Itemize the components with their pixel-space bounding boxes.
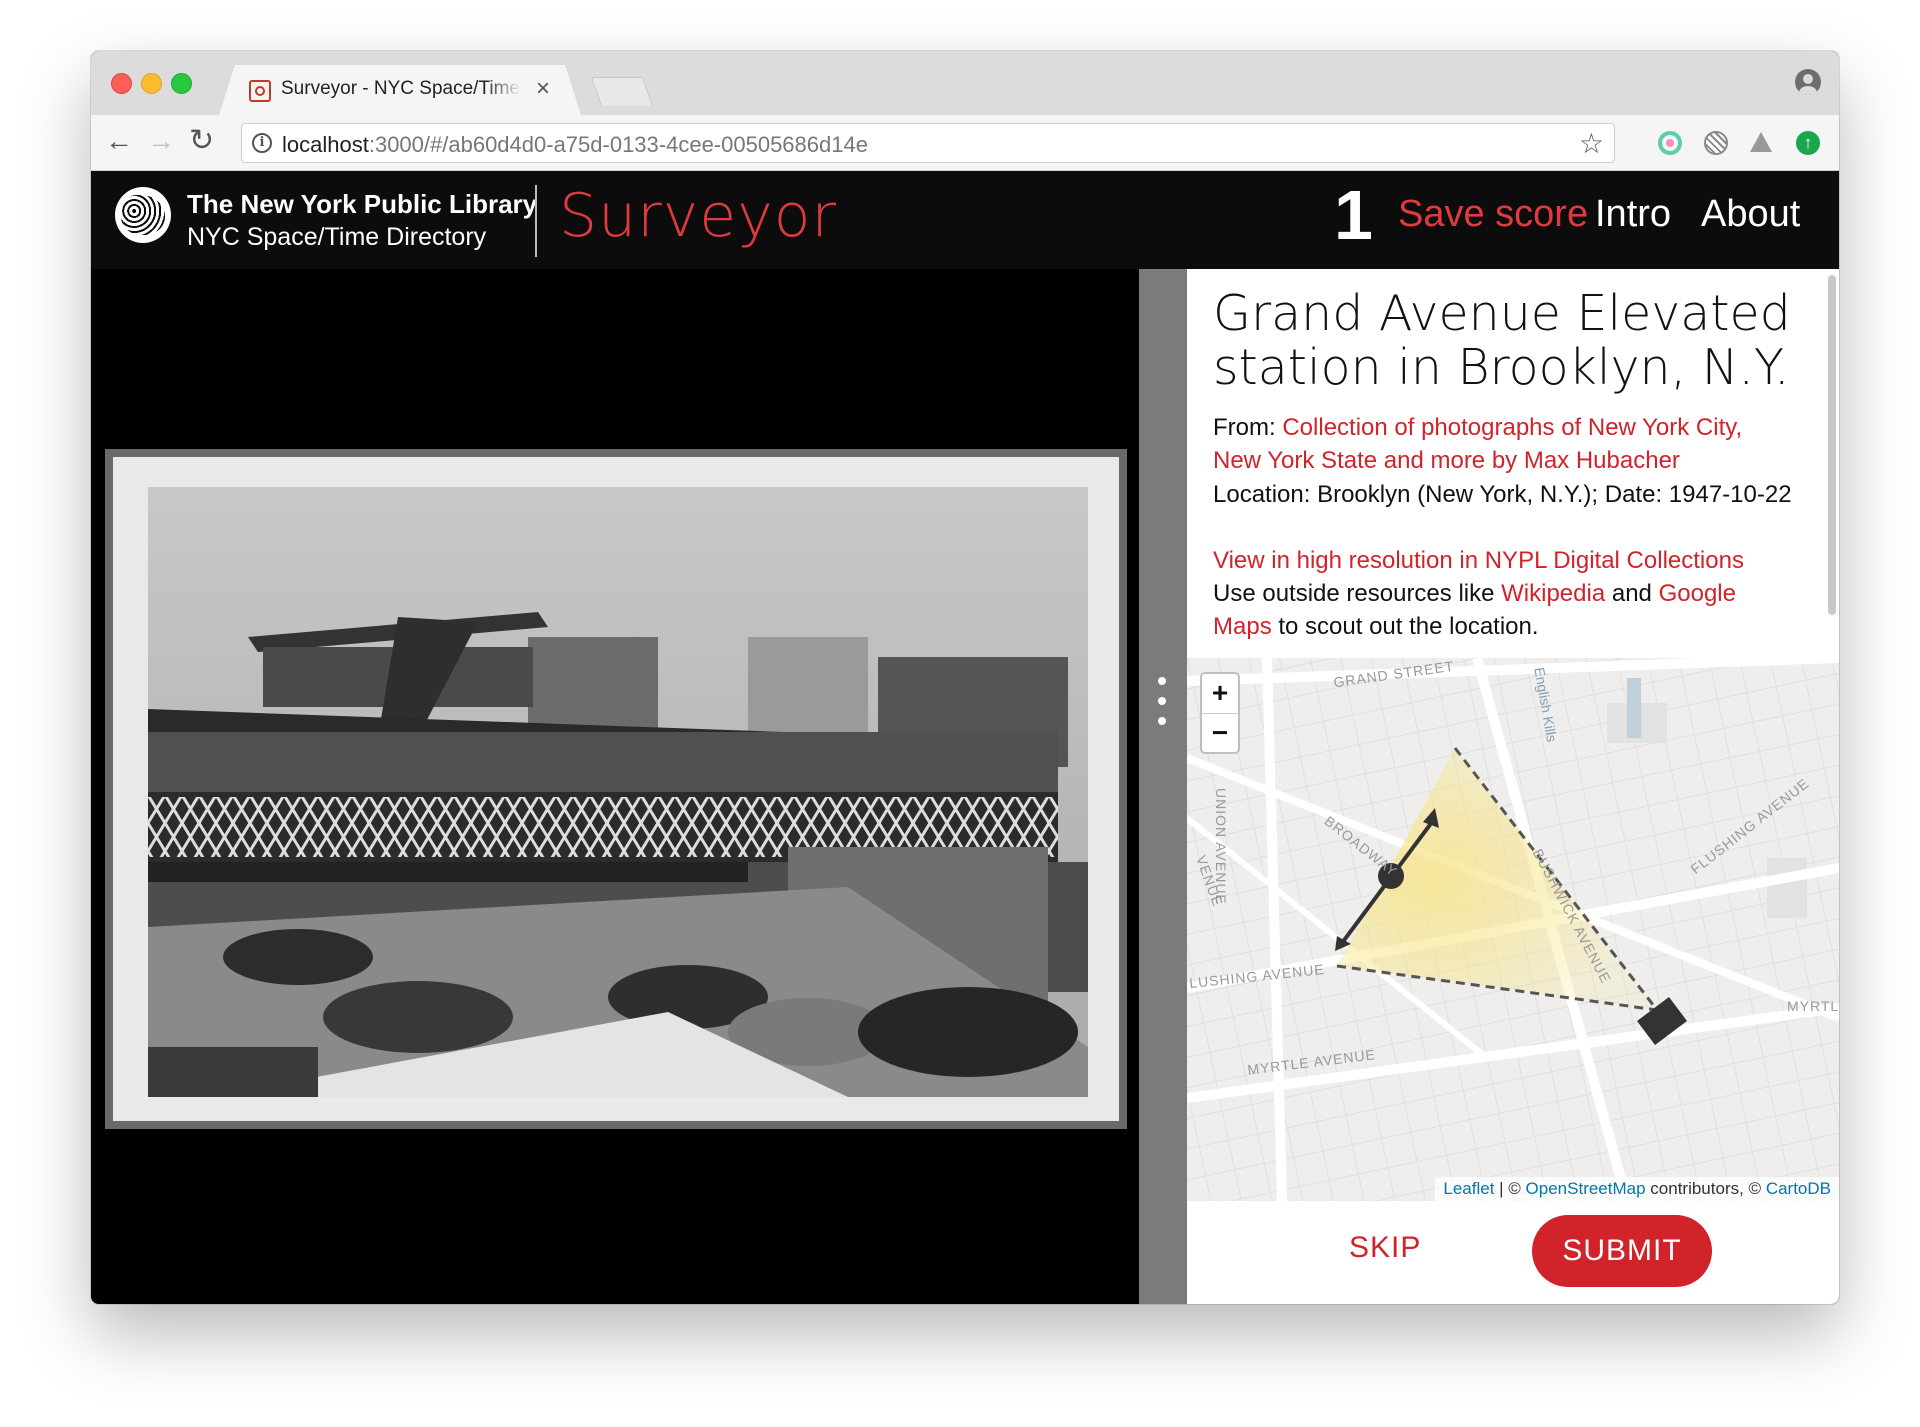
skip-button[interactable]: SKIP	[1349, 1231, 1421, 1265]
tab-bar: Surveyor - NYC Space/Time Directory ×	[91, 51, 1839, 115]
photo-mount	[105, 449, 1127, 1129]
tab-close-icon[interactable]: ×	[536, 75, 550, 103]
app-title[interactable]: Surveyor	[559, 181, 837, 251]
photo-pane	[91, 269, 1139, 1304]
nav-intro-link[interactable]: Intro	[1595, 193, 1671, 236]
map-zoom-control: + −	[1200, 672, 1240, 754]
osm-link[interactable]: OpenStreetMap	[1526, 1179, 1646, 1198]
extension-icon[interactable]	[1704, 131, 1728, 155]
browser-window: Surveyor - NYC Space/Time Directory × ← …	[91, 51, 1839, 1304]
item-info-panel: Grand Avenue Elevated station in Brookly…	[1187, 269, 1839, 658]
high-res-link[interactable]: View in high resolution in NYPL Digital …	[1213, 544, 1793, 577]
extension-icon[interactable]	[1750, 132, 1772, 152]
site-header: The New York Public Library NYC Space/Ti…	[91, 171, 1839, 269]
minimize-window-button[interactable]	[141, 73, 162, 94]
url-text[interactable]: localhost:3000/#/ab60d4d0-a75d-0133-4cee…	[282, 132, 868, 158]
save-score-link[interactable]: Save score	[1398, 193, 1588, 236]
location-date: Location: Brooklyn (New York, N.Y.); Dat…	[1213, 481, 1792, 508]
submit-button[interactable]: SUBMIT	[1532, 1215, 1712, 1287]
browser-tab[interactable]: Surveyor - NYC Space/Time Directory ×	[219, 65, 581, 115]
cartodb-link[interactable]: CartoDB	[1766, 1179, 1831, 1198]
tab-title: Surveyor - NYC Space/Time Directory	[281, 78, 521, 99]
zoom-out-button[interactable]: −	[1202, 714, 1238, 753]
scrollbar[interactable]	[1828, 275, 1836, 615]
library-name[interactable]: The New York Public Library	[187, 189, 537, 220]
new-tab-button[interactable]	[590, 77, 654, 106]
grip-dot	[1158, 697, 1166, 705]
pane-resize-handle[interactable]	[1139, 269, 1187, 1304]
map-attribution: Leaflet | © OpenStreetMap contributors, …	[1435, 1177, 1839, 1201]
star-icon[interactable]: ☆	[1579, 127, 1604, 160]
photo-title: Grand Avenue Elevated station in Brookly…	[1213, 285, 1791, 396]
address-bar[interactable]: i localhost:3000/#/ab60d4d0-a75d-0133-4c…	[241, 123, 1615, 163]
extension-upload-icon[interactable]: ↑	[1796, 131, 1820, 155]
favicon-icon	[249, 80, 271, 102]
info-icon[interactable]: i	[252, 133, 272, 153]
browser-toolbar: ← → ↻ i localhost:3000/#/ab60d4d0-a75d-0…	[91, 115, 1839, 171]
forward-arrow-icon[interactable]: →	[147, 125, 175, 157]
collection-link[interactable]: Collection of photographs of New York Ci…	[1213, 414, 1742, 474]
grip-dot	[1158, 717, 1166, 725]
action-bar: SKIP SUBMIT	[1187, 1201, 1839, 1304]
nypl-lion-logo[interactable]	[115, 187, 171, 243]
outside-resources-text: Use outside resources like Wikipedia and…	[1213, 580, 1736, 640]
wikipedia-link[interactable]: Wikipedia	[1501, 580, 1605, 607]
historic-photo[interactable]	[113, 457, 1119, 1121]
street-label: MYRTL	[1787, 998, 1839, 1014]
reload-icon[interactable]: ↻	[189, 125, 214, 157]
zoom-in-button[interactable]: +	[1202, 674, 1238, 714]
historic-photo-image	[148, 487, 1088, 1097]
close-window-button[interactable]	[111, 73, 132, 94]
grip-dot	[1158, 677, 1166, 685]
back-arrow-icon[interactable]: ←	[105, 125, 133, 157]
leaflet-link[interactable]: Leaflet	[1443, 1179, 1494, 1198]
maximize-window-button[interactable]	[171, 73, 192, 94]
collection-line: From: Collection of photographs of New Y…	[1213, 414, 1743, 474]
map[interactable]: GRAND STREET UNION AVENUE BROADWAY LUSHI…	[1187, 658, 1839, 1201]
map-tiles	[1187, 658, 1839, 1201]
library-subtitle[interactable]: NYC Space/Time Directory	[187, 223, 486, 252]
nav-about-link[interactable]: About	[1701, 193, 1800, 236]
profile-icon[interactable]	[1795, 69, 1821, 95]
header-divider	[535, 185, 537, 257]
score-counter: 1	[1334, 176, 1373, 254]
extension-icon[interactable]	[1658, 131, 1682, 155]
